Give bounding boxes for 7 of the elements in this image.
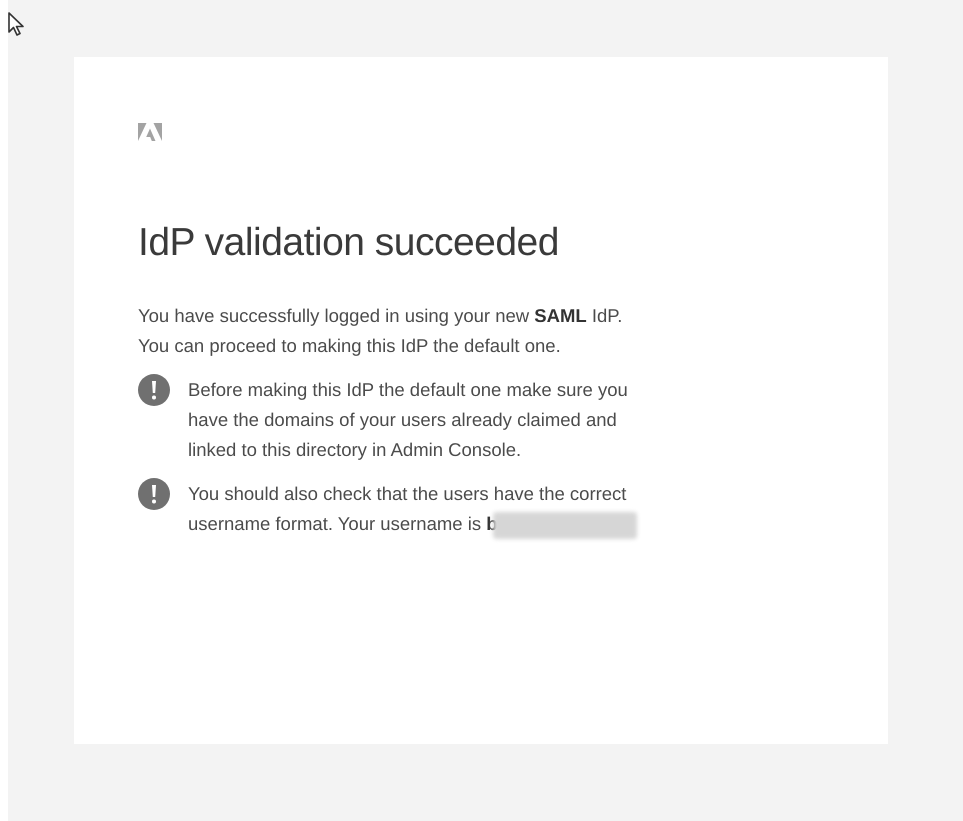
- exclamation-icon: [138, 478, 170, 510]
- note-text: You should also check that the users have the correct username format. Your username is b: [188, 482, 626, 536]
- message-text: You have successfully logged in using your new SAML IdP. You can proceed to making this IdP the default one.: [138, 304, 624, 358]
- logo-icon: [138, 123, 162, 141]
- page-title: IdP validation succeeded: [138, 220, 560, 266]
- exclamation-icon: [138, 374, 170, 406]
- note-text: Before making this IdP the default one make sure you have the domains of your users already claimed and linked to this directory in Admin Console.: [188, 378, 628, 462]
